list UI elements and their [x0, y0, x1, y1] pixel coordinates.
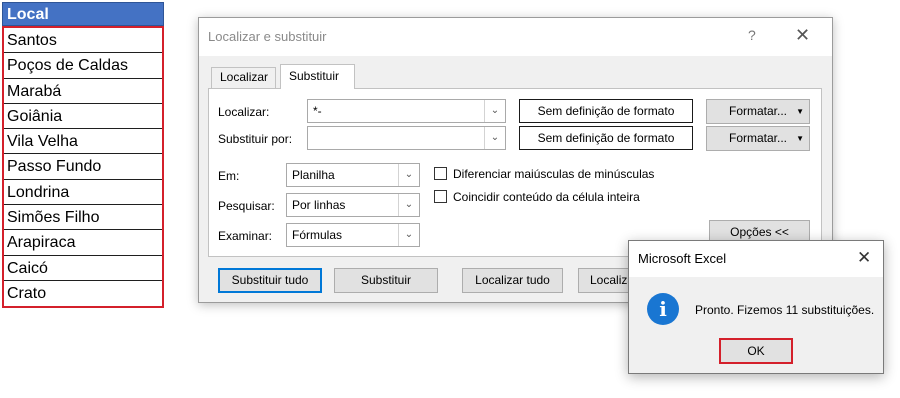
ok-button[interactable]: OK [719, 338, 793, 364]
find-label: Localizar: [218, 105, 270, 119]
message-text: Pronto. Fizemos 11 substituições. [695, 303, 875, 317]
cell-row-2[interactable]: Poços de Caldas [4, 53, 162, 79]
chevron-down-icon[interactable]: ⌄ [484, 127, 505, 149]
find-format-button-label: Formatar... [728, 104, 787, 118]
dropdown-arrow-icon: ▼ [796, 134, 804, 143]
cell-row-6[interactable]: Passo Fundo [4, 154, 162, 180]
replace-all-button[interactable]: Substituir tudo [218, 268, 322, 293]
cell-row-3[interactable]: Marabá [4, 79, 162, 104]
excel-message-box: Microsoft Excel ✕ i Pronto. Fizemos 11 s… [628, 240, 884, 374]
cell-row-8[interactable]: Simões Filho [4, 205, 162, 231]
highlighted-cell-range: Santos Poços de Caldas Marabá Goiânia Vi… [2, 26, 164, 309]
cell-row-7[interactable]: Londrina [4, 180, 162, 206]
match-entire-cell-checkbox[interactable] [434, 190, 447, 203]
match-case-checkbox[interactable] [434, 167, 447, 180]
cell-row-10[interactable]: Caicó [4, 256, 162, 281]
replace-format-button-label: Formatar... [728, 131, 787, 145]
dropdown-arrow-icon: ▼ [796, 107, 804, 116]
dialog-titlebar[interactable]: Localizar e substituir ? ✕ [199, 18, 832, 56]
lookin-select-value: Fórmulas [292, 228, 343, 242]
search-select-value: Por linhas [292, 198, 346, 212]
lookin-label: Examinar: [218, 229, 273, 243]
cell-row-1[interactable]: Santos [4, 28, 162, 54]
column-header-local[interactable]: Local [2, 2, 164, 26]
chevron-down-icon[interactable]: ⌄ [398, 194, 419, 216]
cell-row-11[interactable]: Crato [4, 281, 162, 306]
find-all-button[interactable]: Localizar tudo [462, 268, 563, 293]
cell-row-4[interactable]: Goiânia [4, 104, 162, 130]
message-box-title: Microsoft Excel [638, 251, 727, 266]
search-select[interactable]: Por linhas ⌄ [286, 193, 420, 217]
replace-format-preview: Sem definição de formato [519, 126, 693, 150]
dialog-title: Localizar e substituir [208, 29, 327, 44]
cell-row-5[interactable]: Vila Velha [4, 129, 162, 155]
chevron-down-icon[interactable]: ⌄ [398, 164, 419, 186]
find-format-button[interactable]: Formatar... ▼ [706, 99, 810, 124]
replace-button[interactable]: Substituir [334, 268, 438, 293]
within-select-value: Planilha [292, 168, 335, 182]
within-select[interactable]: Planilha ⌄ [286, 163, 420, 187]
search-label: Pesquisar: [218, 199, 275, 213]
match-case-label[interactable]: Diferenciar maiúsculas de minúsculas [453, 167, 654, 181]
chevron-down-icon[interactable]: ⌄ [398, 224, 419, 246]
find-format-preview: Sem definição de formato [519, 99, 693, 123]
replace-format-button[interactable]: Formatar... ▼ [706, 126, 810, 151]
replace-label: Substituir por: [218, 132, 293, 146]
help-icon[interactable]: ? [748, 27, 756, 43]
tab-localizar[interactable]: Localizar [211, 67, 276, 89]
message-box-titlebar[interactable]: Microsoft Excel ✕ [629, 241, 883, 277]
spreadsheet-column: Local Santos Poços de Caldas Marabá Goiâ… [2, 2, 164, 309]
within-label: Em: [218, 169, 240, 183]
replace-input[interactable]: ⌄ [307, 126, 506, 150]
cell-row-9[interactable]: Arapiraca [4, 230, 162, 256]
match-entire-cell-label[interactable]: Coincidir conteúdo da célula inteira [453, 190, 640, 204]
lookin-select[interactable]: Fórmulas ⌄ [286, 223, 420, 247]
close-icon[interactable]: ✕ [795, 25, 810, 46]
info-icon: i [647, 293, 679, 325]
find-input[interactable]: *- ⌄ [307, 99, 506, 123]
tab-substituir[interactable]: Substituir [280, 64, 355, 89]
chevron-down-icon[interactable]: ⌄ [484, 100, 505, 122]
replace-tab-panel: Localizar: *- ⌄ Sem definição de formato… [208, 88, 822, 257]
close-icon[interactable]: ✕ [857, 248, 871, 268]
find-input-value: *- [313, 104, 322, 118]
